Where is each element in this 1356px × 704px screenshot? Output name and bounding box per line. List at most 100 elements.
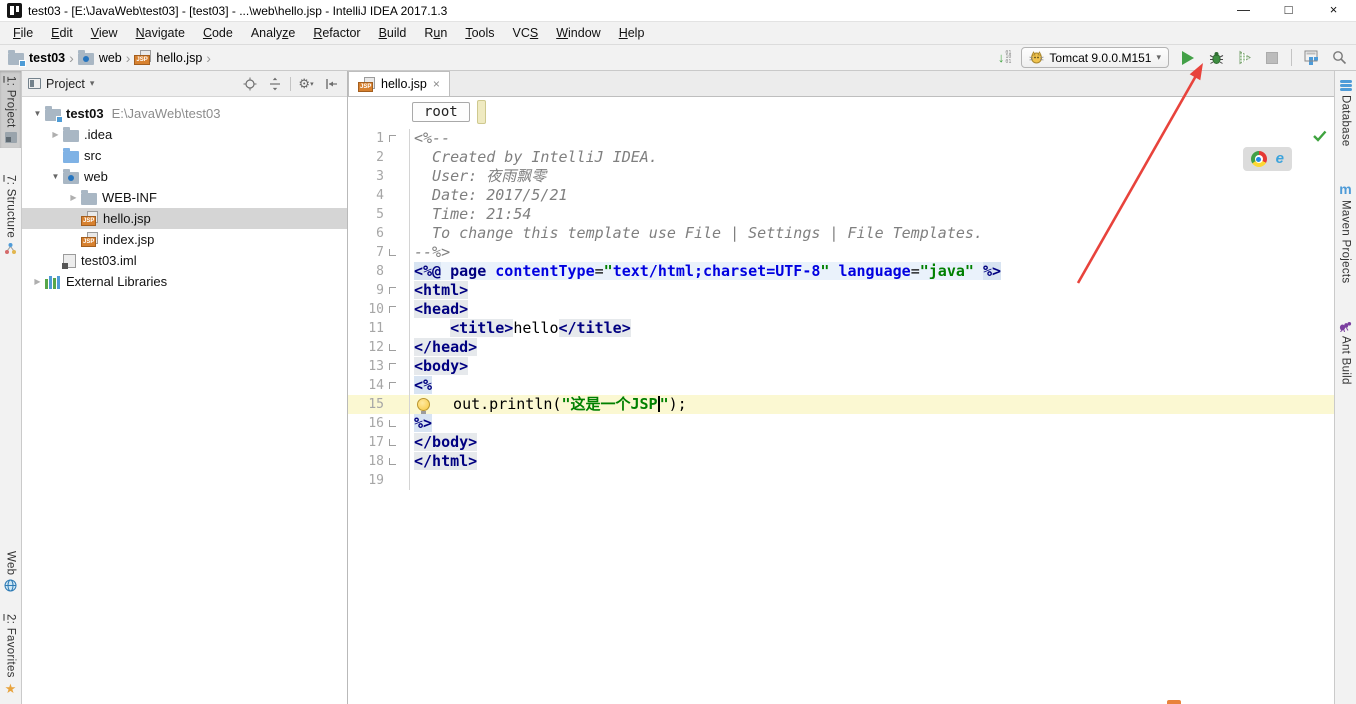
code-line-14[interactable]: 14<% <box>348 376 1334 395</box>
toolwindow-tab-ant-build[interactable]: Ant Build <box>1335 314 1356 390</box>
inspections-ok-button[interactable] <box>1313 129 1327 147</box>
code-line-17[interactable]: 17</body> <box>348 433 1334 452</box>
run-configuration-select[interactable]: Tomcat 9.0.0.M151 ▾ <box>1021 47 1169 68</box>
chevron-collapsed-icon[interactable]: ▶ <box>66 193 81 202</box>
code-line-18[interactable]: 18</html> <box>348 452 1334 471</box>
internet-explorer-icon[interactable]: e <box>1276 151 1284 167</box>
code-line-12[interactable]: 12</head> <box>348 338 1334 357</box>
intention-bulb-icon[interactable] <box>417 398 430 411</box>
toolwindow-tab-label: 1: Project <box>5 76 17 128</box>
toolwindow-tab-7-structure[interactable]: 7: Structure <box>0 170 21 260</box>
collapse-all-button[interactable] <box>265 75 285 93</box>
code-line-19[interactable]: 19 <box>348 471 1334 490</box>
tree-item-test03-iml[interactable]: test03.iml <box>22 250 347 271</box>
menu-vcs[interactable]: VCS <box>504 24 548 42</box>
tree-item-web[interactable]: ▼web <box>22 166 347 187</box>
run-with-coverage-button[interactable] <box>1235 49 1253 67</box>
code-line-8[interactable]: 8<%@ page contentType="text/html;charset… <box>348 262 1334 281</box>
code-text: <% <box>410 376 432 395</box>
close-button[interactable]: × <box>1311 0 1356 21</box>
chevron-down-icon[interactable]: ▾ <box>90 78 95 89</box>
code-line-3[interactable]: 3 User: 夜雨飘零 <box>348 167 1334 186</box>
run-button[interactable] <box>1179 49 1197 67</box>
menu-analyze[interactable]: Analyze <box>242 24 304 42</box>
chevron-expanded-icon[interactable]: ▼ <box>48 172 63 181</box>
menu-file[interactable]: File <box>4 24 42 42</box>
code-line-1[interactable]: 1<%-- <box>348 129 1334 148</box>
code-line-4[interactable]: 4 Date: 2017/5/21 <box>348 186 1334 205</box>
menu-run[interactable]: Run <box>415 24 456 42</box>
menu-edit[interactable]: Edit <box>42 24 82 42</box>
toolwindow-tab-label: 7: Structure <box>5 175 17 238</box>
toolwindow-tab-2-favorites[interactable]: 2: Favorites★ <box>0 609 21 700</box>
hide-panel-button[interactable] <box>321 75 341 93</box>
minimize-button[interactable]: — <box>1221 0 1266 21</box>
menu-help[interactable]: Help <box>610 24 654 42</box>
folder-src-icon <box>63 151 79 163</box>
menu-refactor[interactable]: Refactor <box>304 24 369 42</box>
code-line-5[interactable]: 5 Time: 21:54 <box>348 205 1334 224</box>
hide-panel-icon <box>325 78 338 90</box>
chevron-expanded-icon[interactable]: ▼ <box>30 109 45 118</box>
tree-item-external-libraries[interactable]: ▶External Libraries <box>22 271 347 292</box>
fold-start-icon[interactable] <box>389 287 396 294</box>
code-line-6[interactable]: 6 To change this template use File | Set… <box>348 224 1334 243</box>
maximize-button[interactable]: □ <box>1266 0 1311 21</box>
code-line-10[interactable]: 10<head> <box>348 300 1334 319</box>
fold-start-icon[interactable] <box>389 382 396 389</box>
tree-item-hello-jsp[interactable]: JSPhello.jsp <box>22 208 347 229</box>
menu-view[interactable]: View <box>82 24 127 42</box>
locate-file-button[interactable] <box>240 75 260 93</box>
code-line-9[interactable]: 9<html> <box>348 281 1334 300</box>
toolwindow-tab-web[interactable]: Web <box>0 546 21 597</box>
menu-build[interactable]: Build <box>370 24 416 42</box>
code-editor[interactable]: e 1<%--2 Created by IntelliJ IDEA.3 User… <box>348 127 1334 704</box>
toolwindow-tab-1-project[interactable]: 1: Project <box>0 71 21 148</box>
chevron-collapsed-icon[interactable]: ▶ <box>48 130 63 139</box>
tree-item-idea[interactable]: ▶.idea <box>22 124 347 145</box>
binary-sort-icon[interactable]: ↓ 01 10 01 <box>998 50 1012 65</box>
fold-end-icon[interactable] <box>389 439 396 446</box>
tree-item-web-inf[interactable]: ▶WEB-INF <box>22 187 347 208</box>
tree-item-index-jsp[interactable]: JSPindex.jsp <box>22 229 347 250</box>
menu-tools[interactable]: Tools <box>456 24 503 42</box>
code-line-13[interactable]: 13<body> <box>348 357 1334 376</box>
fold-end-icon[interactable] <box>389 420 396 427</box>
breadcrumb-label: web <box>99 51 122 65</box>
menu-code[interactable]: Code <box>194 24 242 42</box>
code-line-11[interactable]: 11 <title>hello</title> <box>348 319 1334 338</box>
gutter: 7 <box>348 243 410 262</box>
code-line-7[interactable]: 7--%> <box>348 243 1334 262</box>
fold-start-icon[interactable] <box>389 363 396 370</box>
gutter: 3 <box>348 167 410 186</box>
toolwindow-tab-maven-projects[interactable]: mMaven Projects <box>1335 178 1356 288</box>
coverage-icon <box>1237 50 1252 65</box>
code-line-15[interactable]: 15 out.println("这是一个JSP"); <box>348 395 1334 414</box>
fold-end-icon[interactable] <box>389 249 396 256</box>
close-tab-icon[interactable]: × <box>433 77 440 91</box>
fold-end-icon[interactable] <box>389 458 396 465</box>
chevron-collapsed-icon[interactable]: ▶ <box>30 277 45 286</box>
tree-item-test03[interactable]: ▼test03E:\JavaWeb\test03 <box>22 103 347 124</box>
root-tag-chip[interactable]: root <box>412 102 470 122</box>
fold-end-icon[interactable] <box>389 344 396 351</box>
code-line-2[interactable]: 2 Created by IntelliJ IDEA. <box>348 148 1334 167</box>
debug-button[interactable] <box>1207 49 1225 67</box>
chrome-icon[interactable] <box>1251 151 1267 167</box>
project-structure-button[interactable] <box>1302 49 1320 67</box>
breadcrumb-web[interactable]: web <box>78 51 122 65</box>
breadcrumb-test03[interactable]: test03 <box>8 51 65 65</box>
code-line-16[interactable]: 16%> <box>348 414 1334 433</box>
breadcrumb-hello-jsp[interactable]: JSPhello.jsp <box>134 50 202 65</box>
fold-start-icon[interactable] <box>389 306 396 313</box>
stop-button[interactable] <box>1263 49 1281 67</box>
fold-start-icon[interactable] <box>389 135 396 142</box>
tree-item-src[interactable]: src <box>22 145 347 166</box>
settings-button[interactable]: ⚙ ▾ <box>296 75 316 93</box>
menu-navigate[interactable]: Navigate <box>127 24 194 42</box>
toolwindow-tab-database[interactable]: Database <box>1335 75 1356 152</box>
toolwindow-tab-label: Web <box>5 551 17 575</box>
menu-window[interactable]: Window <box>547 24 609 42</box>
search-everywhere-button[interactable] <box>1330 49 1348 67</box>
tab-hello-jsp[interactable]: JSP hello.jsp × <box>348 71 450 96</box>
